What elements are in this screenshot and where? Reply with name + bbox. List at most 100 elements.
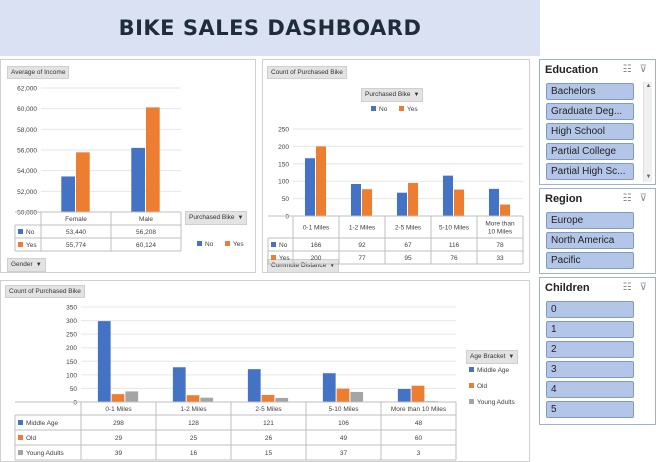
table-cell: 3 <box>417 450 421 457</box>
table-cell: 121 <box>263 420 274 427</box>
category-label: 5-10 Miles <box>329 406 360 413</box>
bar-no <box>488 188 499 216</box>
slicer-item-graduate-degree[interactable]: Graduate Deg... <box>546 103 634 120</box>
table-cell: 116 <box>449 242 460 249</box>
bar-yes <box>316 146 327 216</box>
table-cell: 92 <box>358 242 366 249</box>
y-tick-label: 50,000 <box>17 210 37 217</box>
table-row-label: No <box>279 242 288 249</box>
slicer-item-2[interactable]: 2 <box>546 341 634 358</box>
slicer-item-north-america[interactable]: North America <box>546 232 634 249</box>
multi-select-icon[interactable]: ☷ <box>623 282 632 293</box>
y-tick-label: 60,000 <box>17 106 37 113</box>
table-cell: 166 <box>311 242 322 249</box>
table-cell: 298 <box>113 420 124 427</box>
y-tick-label: 52,000 <box>17 189 37 196</box>
legend-key <box>18 242 23 247</box>
commute-chart-panel[interactable]: Count of Purchased Bike Purchased Bike ▼ … <box>262 59 530 273</box>
table-cell: 60 <box>415 435 423 442</box>
income-chart: 50,000 52,000 54,000 56,000 58,000 60,000 62,0… <box>14 86 244 252</box>
category-label: 10 Miles <box>488 229 513 236</box>
table-cell: 49 <box>340 435 348 442</box>
bar-young-adults <box>275 397 289 402</box>
dashboard-title: BIKE SALES DASHBOARD <box>118 16 422 40</box>
slicer-item-partial-college[interactable]: Partial College <box>546 143 634 160</box>
bar-middle-age <box>97 321 111 402</box>
legend-marker <box>197 241 202 246</box>
slicer-item-partial-high-school[interactable]: Partial High Sc... <box>546 163 634 180</box>
table-cell: 37 <box>340 450 348 457</box>
legend-label: Old <box>477 383 488 390</box>
multi-select-icon[interactable]: ☷ <box>623 64 632 75</box>
table-cell: 33 <box>496 255 504 262</box>
bar-young-adults <box>125 391 139 402</box>
bar-old <box>111 394 125 402</box>
commute-chart: 0 50 100 150 200 250 0-1 Miles 1-2 Miles 2-5 Mil… <box>267 106 524 265</box>
children-slicer-title: Children <box>545 282 590 294</box>
category-label: 5-10 Miles <box>439 225 470 232</box>
slicer-item-europe[interactable]: Europe <box>546 212 634 229</box>
table-row-label: Yes <box>279 255 290 262</box>
clear-filter-icon[interactable]: ⊽ <box>640 282 647 293</box>
legend-marker <box>225 241 230 246</box>
education-scrollbar[interactable]: ▲ ▼ <box>643 82 652 182</box>
slicer-item-1[interactable]: 1 <box>546 321 634 338</box>
title-banner: BIKE SALES DASHBOARD <box>0 0 540 56</box>
region-slicer[interactable]: Region ☷ ⊽ Europe North America Pacific <box>539 188 656 274</box>
table-row-label: No <box>26 229 35 236</box>
table-row-label: Middle Age <box>26 420 59 427</box>
table-cell: 76 <box>450 255 458 262</box>
category-label: More than <box>485 221 515 228</box>
y-tick-label: 150 <box>278 161 289 168</box>
slicer-item-5[interactable]: 5 <box>546 401 634 418</box>
legend-key <box>271 255 276 260</box>
scroll-up-icon[interactable]: ▲ <box>644 82 653 91</box>
bar-old <box>186 395 200 402</box>
table-cell: 39 <box>115 450 123 457</box>
children-slicer[interactable]: Children ☷ ⊽ 0 1 2 3 4 5 <box>539 277 656 425</box>
bar-middle-age <box>172 367 186 402</box>
slicer-item-0[interactable]: 0 <box>546 301 634 318</box>
age-chart: 0 50 100 150 200 250 300 350 0-1 Miles 1-2 Miles 2… <box>14 305 515 461</box>
clear-filter-icon[interactable]: ⊽ <box>640 64 647 75</box>
bar-no <box>396 192 407 216</box>
y-tick-label: 50 <box>70 386 78 393</box>
table-cell: 55,774 <box>66 242 86 249</box>
income-chart-panel[interactable]: Average of Income Purchased Bike ▼ Gender… <box>0 59 256 273</box>
y-tick-label: 200 <box>66 345 77 352</box>
y-tick-label: 150 <box>66 359 77 366</box>
bar-middle-age <box>247 369 261 402</box>
bar-no <box>442 175 453 216</box>
legend-key <box>18 435 23 440</box>
slicer-item-3[interactable]: 3 <box>546 361 634 378</box>
y-tick-label: 54,000 <box>17 168 37 175</box>
y-tick-label: 56,000 <box>17 148 37 155</box>
category-label: 2-5 Miles <box>255 406 282 413</box>
slicer-item-pacific[interactable]: Pacific <box>546 252 634 269</box>
slicer-item-4[interactable]: 4 <box>546 381 634 398</box>
bar-old <box>336 388 350 402</box>
y-tick-label: 100 <box>66 372 77 379</box>
category-label: 1-2 Miles <box>349 225 376 232</box>
education-slicer[interactable]: Education ☷ ⊽ Bachelors Graduate Deg... H… <box>539 59 656 185</box>
category-label: 1-2 Miles <box>180 406 207 413</box>
table-cell: 60,124 <box>136 242 156 249</box>
slicer-item-bachelors[interactable]: Bachelors <box>546 83 634 100</box>
y-tick-label: 50 <box>282 196 290 203</box>
bar-no <box>61 176 75 212</box>
age-chart-panel[interactable]: Count of Purchased Bike Age Bracket ▼ 0 50… <box>0 280 530 462</box>
table-cell: 106 <box>338 420 349 427</box>
legend-label: Yes <box>407 106 418 113</box>
table-row-label: Old <box>26 435 37 442</box>
slicer-item-high-school[interactable]: High School <box>546 123 634 140</box>
multi-select-icon[interactable]: ☷ <box>623 193 632 204</box>
bar-yes <box>362 189 373 216</box>
table-cell: 15 <box>265 450 273 457</box>
bar-no <box>350 183 361 216</box>
clear-filter-icon[interactable]: ⊽ <box>640 193 647 204</box>
legend-key <box>18 229 23 234</box>
legend-marker <box>469 383 474 388</box>
y-tick-label: 0 <box>73 400 77 407</box>
scroll-down-icon[interactable]: ▼ <box>644 173 653 182</box>
bar-yes <box>454 189 465 216</box>
